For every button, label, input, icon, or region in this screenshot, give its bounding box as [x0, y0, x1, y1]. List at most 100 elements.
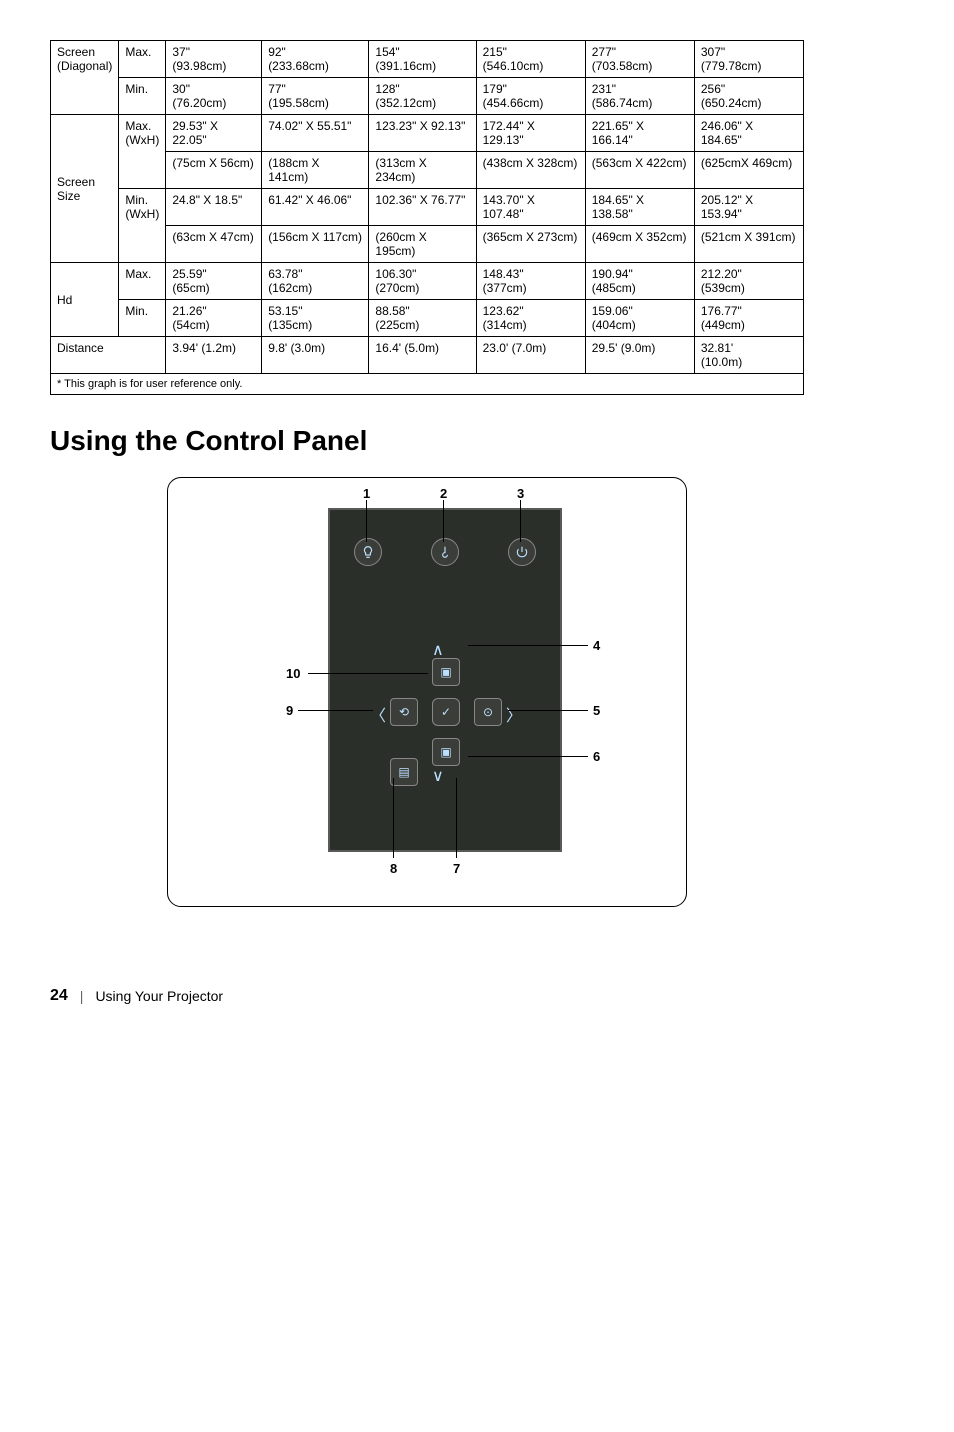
cell: (260cm X 195cm)	[369, 226, 476, 263]
cell: (188cm X 141cm)	[262, 152, 369, 189]
row-header-screen-size: Screen Size	[51, 115, 119, 263]
cell: 9.8' (3.0m)	[262, 337, 369, 374]
cell: 23.0' (7.0m)	[476, 337, 585, 374]
cell: 256" (650.24cm)	[694, 78, 803, 115]
cell: 21.26" (54cm)	[166, 300, 262, 337]
table-row: Min. 21.26" (54cm) 53.15" (135cm) 88.58"…	[51, 300, 804, 337]
callout-8: 8	[390, 861, 397, 876]
callout-2: 2	[440, 486, 447, 501]
cell: 215" (546.10cm)	[476, 41, 585, 78]
cell: 176.77" (449cm)	[694, 300, 803, 337]
temp-icon	[431, 538, 459, 566]
menu-icon: ▤	[390, 758, 418, 786]
table-row: Min. 30" (76.20cm) 77" (195.58cm) 128" (…	[51, 78, 804, 115]
table-row: Screen (Diagonal) Max. 37" (93.98cm) 92"…	[51, 41, 804, 78]
cell: (156cm X 117cm)	[262, 226, 369, 263]
cell: 221.65" X 166.14"	[585, 115, 694, 152]
source-icon: ⟲	[390, 698, 418, 726]
table-footnote-row: * This graph is for user reference only.	[51, 374, 804, 395]
keystone-down-icon: ▣	[432, 738, 460, 766]
cell: Max.	[119, 263, 166, 300]
cell: (63cm X 47cm)	[166, 226, 262, 263]
cell: 102.36" X 76.77"	[369, 189, 476, 226]
cell: 88.58" (225cm)	[369, 300, 476, 337]
cell: 159.06" (404cm)	[585, 300, 694, 337]
table-footnote: * This graph is for user reference only.	[51, 374, 804, 395]
cell: 92" (233.68cm)	[262, 41, 369, 78]
callout-5: 5	[593, 703, 600, 718]
table-row: Hd Max. 25.59" (65cm) 63.78" (162cm) 106…	[51, 263, 804, 300]
cell: Min.	[119, 78, 166, 115]
table-row: Screen Size Max. (WxH) 29.53" X 22.05" 7…	[51, 115, 804, 152]
page-footer: 24 | Using Your Projector	[50, 987, 804, 1005]
lamp-icon	[354, 538, 382, 566]
cell: (438cm X 328cm)	[476, 152, 585, 189]
cell: 179" (454.66cm)	[476, 78, 585, 115]
footer-separator: |	[80, 988, 84, 1004]
cell: 25.59" (65cm)	[166, 263, 262, 300]
cell: 123.23" X 92.13"	[369, 115, 476, 152]
right-arrow-icon: 〉	[506, 702, 522, 726]
cell: 172.44" X 129.13"	[476, 115, 585, 152]
cell: 148.43" (377cm)	[476, 263, 585, 300]
cell: 128" (352.12cm)	[369, 78, 476, 115]
row-header-distance: Distance	[51, 337, 166, 374]
cell: 53.15" (135cm)	[262, 300, 369, 337]
cell: 154" (391.16cm)	[369, 41, 476, 78]
cell: 205.12" X 153.94"	[694, 189, 803, 226]
spec-table: Screen (Diagonal) Max. 37" (93.98cm) 92"…	[50, 40, 804, 395]
cell: 32.81' (10.0m)	[694, 337, 803, 374]
callout-10: 10	[286, 666, 300, 681]
cell: 24.8" X 18.5"	[166, 189, 262, 226]
cell: 277" (703.58cm)	[585, 41, 694, 78]
keystone-up-icon: ▣	[432, 658, 460, 686]
cell: Min.	[119, 300, 166, 337]
cell: 61.42" X 46.06"	[262, 189, 369, 226]
cell: Max.	[119, 41, 166, 78]
row-header-hd: Hd	[51, 263, 119, 337]
cell: (469cm X 352cm)	[585, 226, 694, 263]
cell: 77" (195.58cm)	[262, 78, 369, 115]
cell: Min. (WxH)	[119, 189, 166, 263]
row-header-screen-diag: Screen (Diagonal)	[51, 41, 119, 115]
cell: 16.4' (5.0m)	[369, 337, 476, 374]
callout-1: 1	[363, 486, 370, 501]
table-row: Min. (WxH) 24.8" X 18.5" 61.42" X 46.06"…	[51, 189, 804, 226]
cell: 106.30" (270cm)	[369, 263, 476, 300]
down-arrow-icon: ∨	[432, 766, 444, 786]
cell: 184.65" X 138.58"	[585, 189, 694, 226]
up-arrow-icon: ∧	[432, 640, 444, 660]
cell: 29.53" X 22.05"	[166, 115, 262, 152]
cell: (365cm X 273cm)	[476, 226, 585, 263]
cell: 63.78" (162cm)	[262, 263, 369, 300]
callout-7: 7	[453, 861, 460, 876]
power-icon	[508, 538, 536, 566]
auto-adjust-icon: ⊙	[474, 698, 502, 726]
cell: 143.70" X 107.48"	[476, 189, 585, 226]
cell: (521cm X 391cm)	[694, 226, 803, 263]
cell: (625cmX 469cm)	[694, 152, 803, 189]
cell: 74.02" X 55.51"	[262, 115, 369, 152]
page-number: 24	[50, 987, 68, 1005]
cell: Max. (WxH)	[119, 115, 166, 189]
control-panel-image: ∧ ▣ 〈 ⟲ ✓ ⊙ 〉 ▣ ∨ ▤	[328, 508, 562, 852]
callout-4: 4	[593, 638, 600, 653]
left-arrow-icon: 〈	[370, 702, 386, 726]
callout-9: 9	[286, 703, 293, 718]
cell: 30" (76.20cm)	[166, 78, 262, 115]
cell: 231" (586.74cm)	[585, 78, 694, 115]
cell: 212.20" (539cm)	[694, 263, 803, 300]
enter-icon: ✓	[432, 698, 460, 726]
section-heading: Using the Control Panel	[50, 425, 804, 457]
cell: 3.94' (1.2m)	[166, 337, 262, 374]
cell: 123.62" (314cm)	[476, 300, 585, 337]
cell: 190.94" (485cm)	[585, 263, 694, 300]
cell: (563cm X 422cm)	[585, 152, 694, 189]
callout-6: 6	[593, 749, 600, 764]
cell: 29.5' (9.0m)	[585, 337, 694, 374]
callout-3: 3	[517, 486, 524, 501]
cell: 37" (93.98cm)	[166, 41, 262, 78]
cell: 307" (779.78cm)	[694, 41, 803, 78]
control-panel-figure: ∧ ▣ 〈 ⟲ ✓ ⊙ 〉 ▣ ∨ ▤ 1 2 3 4 5 6 7 8 9	[167, 477, 687, 907]
cell: 246.06" X 184.65"	[694, 115, 803, 152]
